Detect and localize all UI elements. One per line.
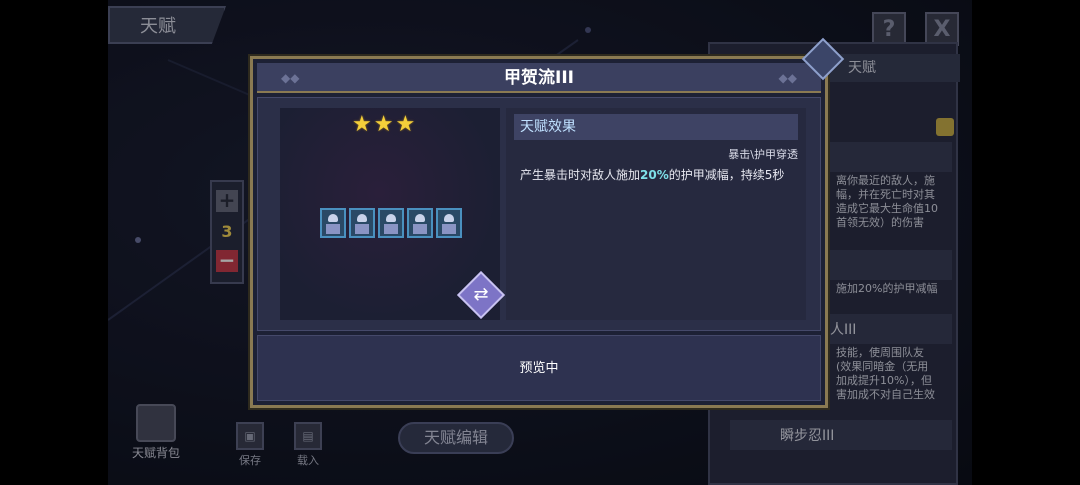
talent-effect-panel: 天赋效果 暴击\护甲穿透 产生暴击时对敌人施加20%的护甲减幅，持续5秒 [506, 108, 806, 320]
unit-portrait [320, 208, 346, 238]
modal-body: ★★★ ⇄ 天赋效果 暴击\护甲穿透 产生暴击时对敌人施加20%的护甲减幅，持续… [257, 97, 821, 331]
title-deco-icon: ◆◆ [281, 71, 300, 85]
unit-portrait [378, 208, 404, 238]
effect-description: 产生暴击时对敌人施加20%的护甲减幅，持续5秒 [520, 168, 785, 182]
modal-title: 甲贺流III [504, 68, 574, 88]
star-rating: ★★★ [352, 112, 418, 137]
preview-status: 预览中 [257, 335, 821, 401]
swap-icon[interactable]: ⇄ [456, 270, 506, 320]
title-deco-icon: ◆◆ [778, 71, 797, 85]
unit-row [320, 208, 462, 238]
talent-detail-modal: ◆◆ 甲贺流III ◆◆ ★★★ ⇄ 天赋效果 暴击\护甲穿透 产生暴击时对敌人… [250, 56, 828, 408]
unit-portrait [436, 208, 462, 238]
effect-header: 天赋效果 [514, 114, 798, 140]
unit-portrait [349, 208, 375, 238]
effect-tag: 暴击\护甲穿透 [728, 148, 798, 161]
modal-title-bar: ◆◆ 甲贺流III ◆◆ [257, 63, 821, 93]
talent-preview: ★★★ ⇄ [280, 108, 506, 320]
unit-portrait [407, 208, 433, 238]
